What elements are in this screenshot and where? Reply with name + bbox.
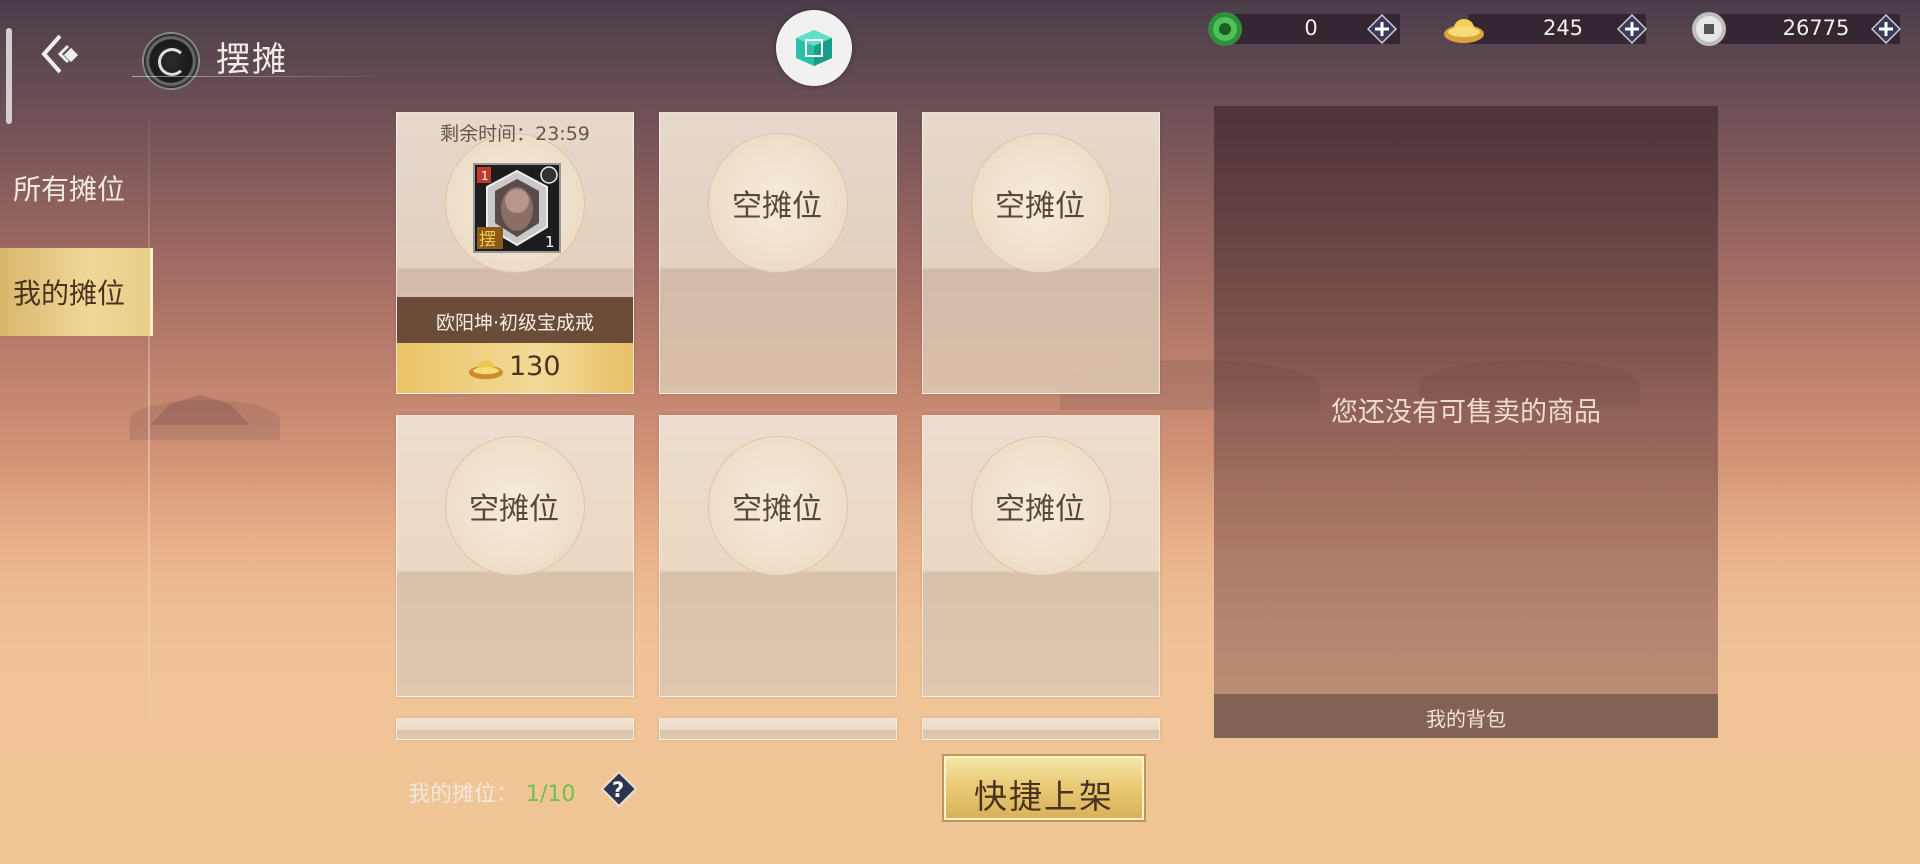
add-jade-button[interactable] bbox=[1366, 13, 1398, 45]
stall-slot-empty[interactable]: 空摊位 bbox=[922, 112, 1160, 394]
back-arrow-icon bbox=[41, 34, 79, 74]
quick-list-label: 快捷上架 bbox=[974, 777, 1114, 816]
tab-my-stalls[interactable]: 我的摊位 bbox=[0, 248, 153, 336]
my-stall-count-label: 我的摊位： bbox=[408, 782, 519, 807]
empty-slot-label: 空摊位 bbox=[732, 492, 822, 527]
my-stall-count-value: 1/10 bbox=[526, 782, 576, 807]
empty-slot-label: 空摊位 bbox=[732, 189, 822, 224]
page-title: 摆摊 bbox=[216, 40, 288, 80]
stall-slot-partial[interactable] bbox=[922, 718, 1160, 740]
tab-all-stalls[interactable]: 所有摊位 bbox=[0, 144, 150, 230]
empty-slot-label: 空摊位 bbox=[995, 492, 1085, 527]
add-gold-button[interactable] bbox=[1616, 13, 1648, 45]
tab-label: 所有摊位 bbox=[13, 173, 126, 206]
stall-slot-filled[interactable]: 剩余时间：23:59 1 摆 1 欧阳坤·初级宝成戒 130 bbox=[396, 112, 634, 394]
cube-button[interactable] bbox=[776, 10, 852, 86]
my-stall-count: 我的摊位： 1/10 bbox=[408, 776, 575, 808]
item-price: 130 bbox=[509, 351, 561, 382]
help-icon[interactable]: ? bbox=[600, 770, 638, 808]
currency-silver: 26775 bbox=[1690, 10, 1910, 46]
currency-value: 245 bbox=[1542, 16, 1584, 40]
back-button[interactable] bbox=[38, 30, 88, 80]
currency-gold: 245 bbox=[1444, 10, 1654, 46]
stall-emblem-icon bbox=[142, 32, 200, 90]
bag-footer[interactable]: 我的背包 bbox=[1214, 694, 1718, 738]
quick-list-button[interactable]: 快捷上架 bbox=[944, 756, 1144, 820]
stall-slot-empty[interactable]: 空摊位 bbox=[659, 415, 897, 697]
stall-slot-empty[interactable]: 空摊位 bbox=[922, 415, 1160, 697]
green-jade-icon bbox=[1208, 12, 1242, 46]
svg-text:摆: 摆 bbox=[479, 230, 496, 250]
item-icon[interactable]: 1 摆 1 bbox=[473, 163, 561, 253]
svg-text:1: 1 bbox=[481, 169, 489, 183]
svg-text:1: 1 bbox=[545, 233, 555, 251]
silver-coin-icon bbox=[1692, 12, 1726, 46]
stall-slot-empty[interactable]: 空摊位 bbox=[396, 415, 634, 697]
svg-text:?: ? bbox=[612, 778, 624, 802]
gold-ingot-icon bbox=[1444, 19, 1484, 43]
currency-jade: 0 bbox=[1206, 10, 1406, 46]
item-name-bar: 欧阳坤·初级宝成戒 bbox=[397, 297, 633, 343]
stall-slot-empty[interactable]: 空摊位 bbox=[659, 112, 897, 394]
title-divider bbox=[132, 76, 378, 77]
cube-icon bbox=[796, 30, 832, 66]
currency-value: 26775 bbox=[1782, 16, 1850, 40]
item-price-bar: 130 bbox=[397, 343, 633, 393]
bag-empty-message: 您还没有可售卖的商品 bbox=[1331, 397, 1601, 428]
item-name: 欧阳坤·初级宝成戒 bbox=[435, 312, 595, 334]
stall-slot-partial[interactable] bbox=[659, 718, 897, 740]
bag-panel: 您还没有可售卖的商品 我的背包 bbox=[1214, 106, 1718, 738]
tab-label: 我的摊位 bbox=[13, 277, 126, 310]
add-silver-button[interactable] bbox=[1870, 13, 1902, 45]
bag-footer-label: 我的背包 bbox=[1426, 707, 1506, 731]
gold-ingot-icon bbox=[468, 360, 504, 380]
empty-slot-label: 空摊位 bbox=[995, 189, 1085, 224]
panel-edge bbox=[6, 28, 12, 124]
empty-slot-label: 空摊位 bbox=[469, 492, 559, 527]
ring-item-icon: 1 摆 1 bbox=[477, 166, 558, 251]
background-pagoda bbox=[150, 395, 250, 425]
stall-slot-partial[interactable] bbox=[396, 718, 634, 740]
currency-value: 0 bbox=[1304, 16, 1318, 40]
remaining-time: 剩余时间：23:59 bbox=[440, 123, 590, 145]
